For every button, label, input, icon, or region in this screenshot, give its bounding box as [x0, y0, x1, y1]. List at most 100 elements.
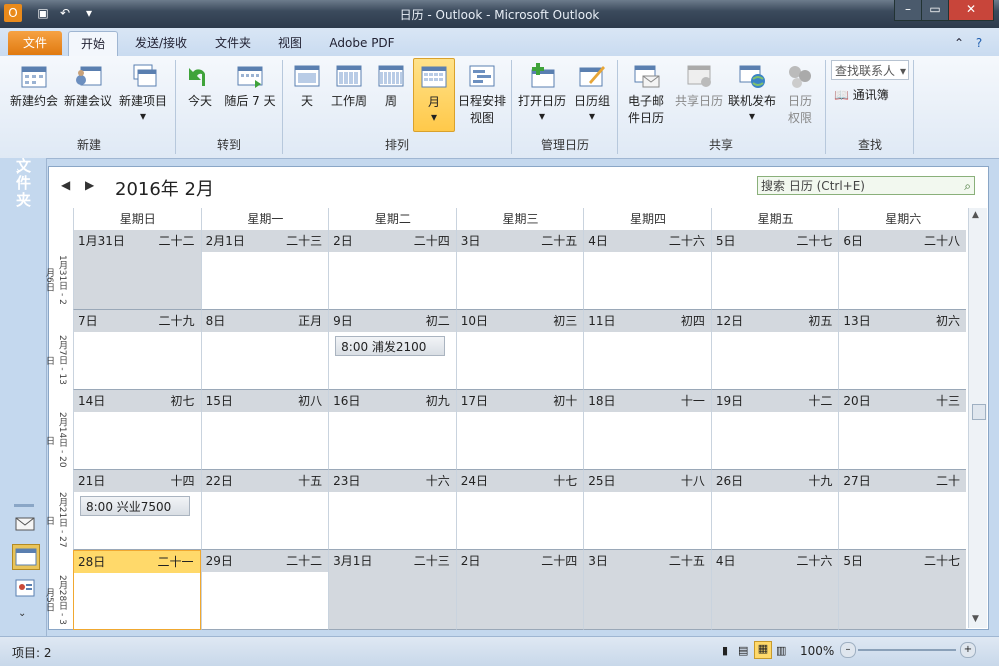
weekday-header: 星期三: [455, 208, 585, 230]
calendar-view-icon[interactable]: ▦: [754, 641, 772, 659]
new-items-button[interactable]: 新建项目 ▾: [116, 58, 170, 130]
week-range-label[interactable]: 2月14日 - 20日: [44, 412, 69, 468]
tab-view[interactable]: 视图: [268, 31, 312, 55]
configure-buttons-icon[interactable]: ⌄: [18, 608, 26, 619]
day-cell[interactable]: 22日 十五: [200, 470, 329, 550]
email-calendar-button[interactable]: 电子邮件日历: [620, 58, 672, 130]
day-cell[interactable]: 17日 初十: [455, 390, 584, 470]
today-button[interactable]: 今天: [180, 58, 220, 130]
week-range-label[interactable]: 2月28日 - 3月5日: [44, 572, 69, 628]
day-cell[interactable]: 23日 十六: [328, 470, 456, 550]
day-cell[interactable]: 28日 二十一: [73, 550, 201, 630]
day-cell[interactable]: 9日 初二 8:00 浦发2100: [328, 310, 456, 390]
week-range-label[interactable]: 2月7日 - 13日: [44, 332, 69, 388]
contacts-icon[interactable]: [14, 578, 36, 598]
day-cell[interactable]: 4日 二十六: [710, 550, 839, 630]
day-cell[interactable]: 11日 初四: [583, 310, 711, 390]
day-cell[interactable]: 12日 初五: [710, 310, 839, 390]
calendar-search-input[interactable]: 搜索 日历 (Ctrl+E) ⌕: [757, 176, 975, 195]
minimize-ribbon-icon[interactable]: ⌃: [950, 31, 968, 55]
open-calendar-button[interactable]: 打开日历 ▾: [516, 58, 568, 130]
day-cell[interactable]: 5日 二十七: [838, 550, 966, 630]
zoom-out-icon[interactable]: –: [840, 642, 856, 658]
close-button[interactable]: ✕: [948, 0, 994, 21]
new-appointment-button[interactable]: 新建约会: [8, 58, 60, 130]
day-cell[interactable]: 15日 初八: [200, 390, 329, 470]
schedule-view-button[interactable]: 日程安排视图: [456, 58, 508, 130]
find-contact-input[interactable]: 查找联系人 ▾: [831, 60, 909, 80]
lunar-date: 正月: [298, 314, 323, 328]
calendar-nav-icon[interactable]: [12, 544, 40, 570]
tab-folder[interactable]: 文件夹: [204, 31, 262, 55]
day-cell[interactable]: 14日 初七: [73, 390, 201, 470]
day-number: 5日: [843, 554, 864, 568]
day-cell[interactable]: 29日 二十二: [200, 550, 329, 630]
week-range-label[interactable]: 1月31日 - 2月6日: [44, 252, 69, 308]
previous-month-icon[interactable]: ◀: [61, 178, 70, 192]
minimize-button[interactable]: –: [894, 0, 922, 21]
day-cell[interactable]: 6日 二十八: [838, 230, 966, 310]
day-cell[interactable]: 18日 十一: [583, 390, 711, 470]
day-cell[interactable]: 2日 二十四: [455, 550, 584, 630]
day-cell[interactable]: 20日 十三: [838, 390, 966, 470]
scroll-thumb[interactable]: [972, 404, 986, 420]
day-cell[interactable]: 2月1日 二十三: [200, 230, 329, 310]
scroll-down-icon[interactable]: ▼: [972, 614, 979, 624]
day-cell[interactable]: 16日 初九: [328, 390, 456, 470]
day-cell[interactable]: 7日 二十九: [73, 310, 201, 390]
weekday-header: 星期四: [583, 208, 712, 230]
day-number: 21日: [78, 474, 106, 488]
day-cell[interactable]: 19日 十二: [710, 390, 839, 470]
day-cell[interactable]: 3日 二十五: [455, 230, 584, 310]
appointment-item[interactable]: 8:00 浦发2100: [335, 336, 445, 356]
day-cell[interactable]: 26日 十九: [710, 470, 839, 550]
day-cell[interactable]: 24日 十七: [455, 470, 584, 550]
work-week-button[interactable]: 工作周: [330, 58, 368, 130]
search-icon[interactable]: ⌕: [964, 177, 971, 196]
day-cell[interactable]: 13日 初六: [838, 310, 966, 390]
next-month-icon[interactable]: ▶: [85, 178, 94, 192]
maximize-button[interactable]: ▭: [921, 0, 949, 21]
day-cell[interactable]: 25日 十八: [583, 470, 711, 550]
tab-home[interactable]: 开始: [68, 31, 118, 56]
address-book-label: 通讯簿: [852, 88, 889, 102]
help-icon[interactable]: ?: [970, 31, 988, 55]
green-arrow-icon: [189, 68, 205, 86]
new-meeting-button[interactable]: 新建会议: [62, 58, 114, 130]
folder-pane-label[interactable]: 文件夹: [12, 158, 34, 209]
day-cell[interactable]: 10日 初三: [455, 310, 584, 390]
lunar-date: 二十五: [668, 554, 705, 568]
day-cell[interactable]: 3日 二十五: [583, 550, 711, 630]
day-cell[interactable]: 21日 十四 8:00 兴业7500: [73, 470, 201, 550]
appointment-item[interactable]: 8:00 兴业7500: [80, 496, 190, 516]
month-view-button[interactable]: 月 ▾: [413, 58, 455, 132]
day-cell[interactable]: 3月1日 二十三: [328, 550, 456, 630]
address-book-button[interactable]: 📖 通讯簿: [834, 86, 889, 103]
day-cell[interactable]: 2日 二十四: [328, 230, 456, 310]
tab-adobe-pdf[interactable]: Adobe PDF: [320, 31, 404, 55]
share-calendar-button[interactable]: 共享日历: [674, 58, 724, 130]
reading-view-icon[interactable]: ▤: [738, 644, 748, 657]
vertical-scrollbar[interactable]: ▲ ▼: [968, 208, 987, 628]
mail-icon[interactable]: [14, 513, 36, 533]
calendar-permissions-button[interactable]: 日历权限: [780, 58, 820, 130]
calendar-groups-button[interactable]: 日历组 ▾: [570, 58, 614, 130]
list-view-icon[interactable]: ▥: [776, 644, 786, 657]
day-cell[interactable]: 5日 二十七: [710, 230, 839, 310]
day-cell[interactable]: 4日 二十六: [583, 230, 711, 310]
day-cell[interactable]: 8日 正月: [200, 310, 329, 390]
week-view-button[interactable]: 周: [372, 58, 410, 130]
scroll-up-icon[interactable]: ▲: [972, 210, 979, 220]
day-cell[interactable]: 1月31日 二十二: [73, 230, 201, 310]
next-7-days-button[interactable]: 随后 7 天: [222, 58, 278, 130]
day-cell[interactable]: 27日 二十: [838, 470, 966, 550]
day-view-button[interactable]: 天: [288, 58, 326, 130]
week-range-label[interactable]: 2月21日 - 27日: [44, 492, 69, 548]
zoom-slider[interactable]: [858, 649, 956, 651]
lunar-date: 二十三: [413, 554, 450, 568]
normal-view-icon[interactable]: ▮: [722, 644, 728, 657]
tab-send-receive[interactable]: 发送/接收: [124, 31, 198, 55]
publish-online-button[interactable]: 联机发布 ▾: [726, 58, 778, 130]
zoom-in-icon[interactable]: +: [960, 642, 976, 658]
tab-file[interactable]: 文件: [8, 31, 62, 55]
